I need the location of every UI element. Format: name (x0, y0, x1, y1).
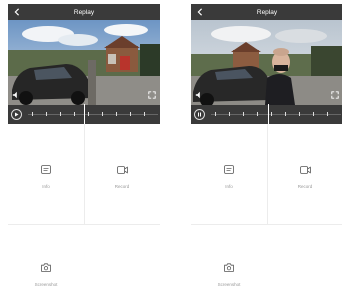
action-grid: Info Record Screenshot (191, 124, 342, 287)
timeline-tick (271, 112, 272, 116)
timeline-track[interactable] (28, 104, 158, 128)
page-title: Replay (256, 8, 278, 16)
page-title: Replay (73, 8, 95, 16)
video-camera-icon (116, 161, 128, 179)
replay-screen-1: Replay Info Record Screenshot (8, 0, 160, 287)
timeline-tick (327, 112, 328, 116)
timeline-tick (243, 112, 244, 116)
timeline-tick (313, 112, 314, 116)
screenshot-label: Screenshot (34, 282, 58, 287)
screenshot-button[interactable]: Screenshot (8, 258, 84, 287)
timeline-tick (60, 112, 61, 116)
record-label: Record (297, 184, 313, 189)
camera-feed-image (191, 20, 342, 105)
info-label: Info (42, 184, 50, 189)
speaker-icon[interactable] (11, 90, 21, 100)
camera-icon (41, 259, 51, 277)
grid-divider-horizontal (8, 224, 160, 225)
timeline-tick (74, 112, 75, 116)
video-camera-icon (299, 161, 311, 179)
back-arrow-icon[interactable] (10, 4, 24, 20)
screenshot-button[interactable]: Screenshot (191, 258, 267, 287)
info-label: Info (225, 184, 233, 189)
record-button[interactable]: Record (84, 160, 160, 190)
action-grid: Info Record Screenshot (8, 124, 160, 287)
pause-button[interactable] (194, 109, 205, 120)
timeline-tick (46, 112, 47, 116)
timeline-track[interactable] (211, 104, 341, 128)
info-icon (41, 161, 51, 179)
timeline-tick (229, 112, 230, 116)
info-button[interactable]: Info (191, 160, 267, 190)
timeline-tick (257, 112, 258, 116)
play-button[interactable] (11, 109, 22, 120)
timeline-tick (116, 112, 117, 116)
timeline-tick (215, 112, 216, 116)
timeline-bar[interactable] (8, 104, 160, 128)
timeline-tick (144, 112, 145, 116)
video-player[interactable] (8, 20, 160, 105)
timeline-tick (285, 112, 286, 116)
timeline-tick (299, 112, 300, 116)
app-header: Replay (191, 4, 342, 20)
record-button[interactable]: Record (267, 160, 342, 190)
back-arrow-icon[interactable] (193, 4, 207, 20)
camera-icon (224, 259, 234, 277)
app-header: Replay (8, 4, 160, 20)
fullscreen-icon[interactable] (147, 90, 157, 100)
camera-feed-image (8, 20, 160, 105)
speaker-icon[interactable] (194, 90, 204, 100)
info-icon (224, 161, 234, 179)
timeline-tick (102, 112, 103, 116)
timeline-tick (88, 112, 89, 116)
timeline-tick (130, 112, 131, 116)
info-button[interactable]: Info (8, 160, 84, 190)
timeline-tick (32, 112, 33, 116)
grid-divider-horizontal (191, 224, 342, 225)
record-label: Record (114, 184, 130, 189)
video-player[interactable] (191, 20, 342, 105)
timeline-bar[interactable] (191, 104, 342, 128)
replay-screen-2: Replay Info Record Screenshot (191, 0, 342, 287)
fullscreen-icon[interactable] (330, 90, 340, 100)
screenshot-label: Screenshot (217, 282, 241, 287)
